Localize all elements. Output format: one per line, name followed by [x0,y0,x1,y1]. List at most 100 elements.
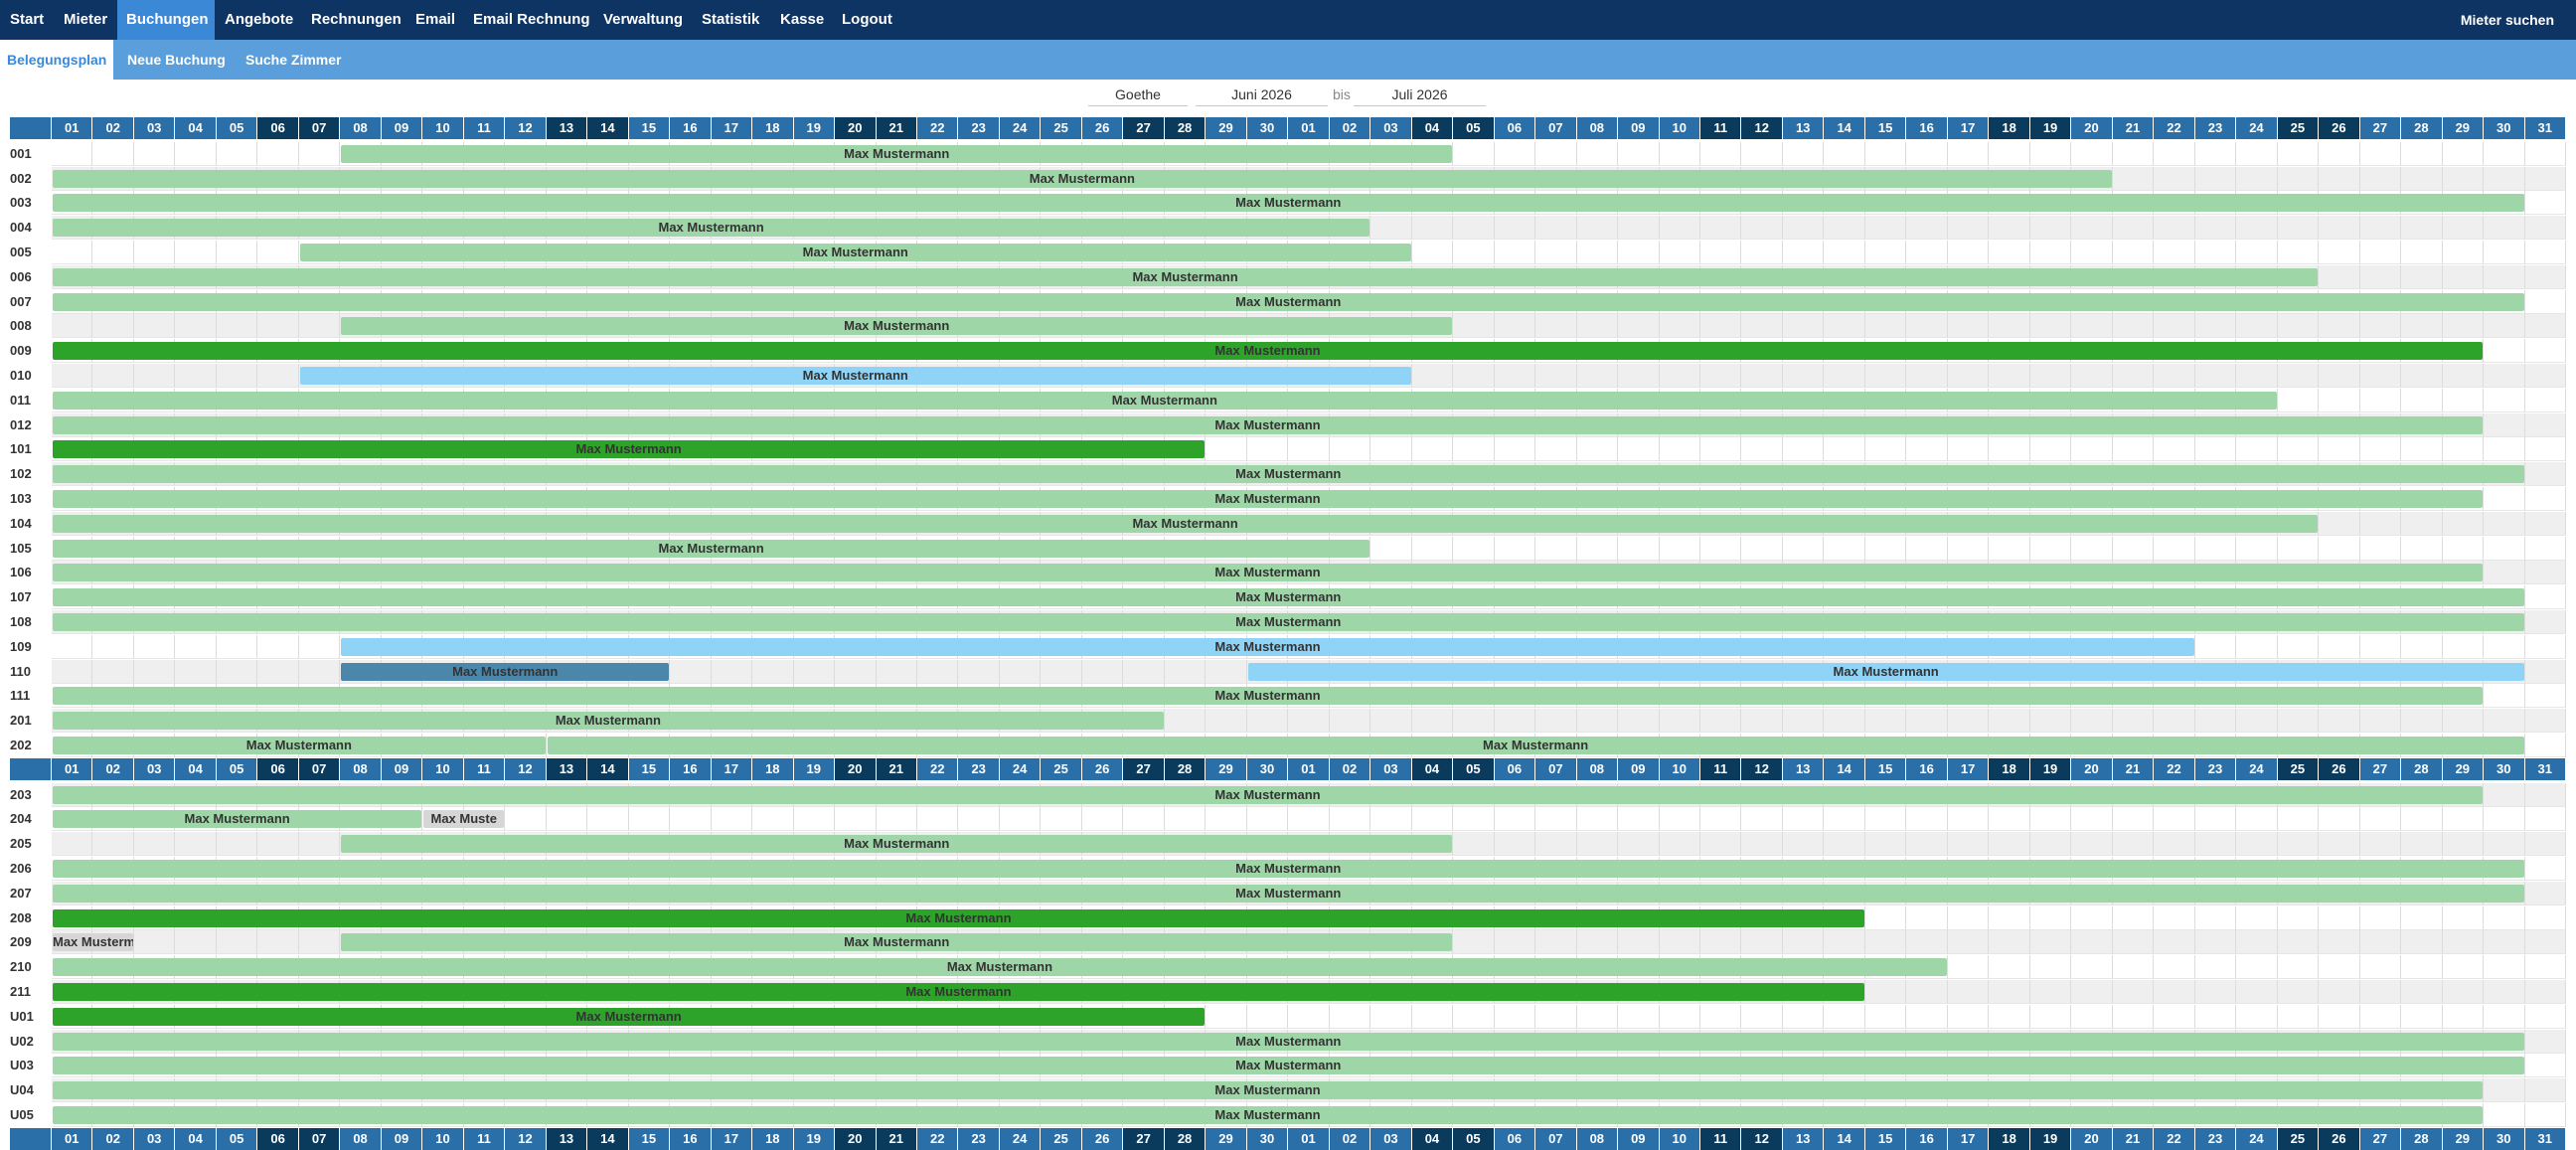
day-cell[interactable] [1453,216,1495,241]
day-cell[interactable] [2154,832,2195,857]
day-cell[interactable] [2112,955,2155,980]
day-cell[interactable] [216,832,258,857]
day-cell[interactable] [1453,930,1495,955]
day-cell[interactable] [1206,807,1247,832]
day-cell[interactable] [1782,807,1825,832]
day-cell[interactable] [670,807,712,832]
day-cell[interactable] [298,832,341,857]
day-cell[interactable] [2194,955,2237,980]
day-cell[interactable] [1700,241,1742,264]
day-cell[interactable] [1659,314,1700,339]
day-cell[interactable] [2236,536,2278,561]
day-cell[interactable] [1864,437,1907,462]
day-cell[interactable] [1206,709,1247,734]
day-cell[interactable] [133,314,176,339]
day-cell[interactable] [1782,314,1825,339]
day-cell[interactable] [1411,437,1454,462]
day-cell[interactable] [1700,709,1742,734]
day-cell[interactable] [1659,437,1700,462]
day-cell[interactable] [2194,1004,2237,1029]
room-number[interactable]: 211 [0,980,52,1004]
day-cell[interactable] [999,659,1042,684]
day-cell[interactable] [587,807,629,832]
day-cell[interactable] [2442,141,2485,166]
room-number[interactable]: 106 [0,561,52,584]
day-cell[interactable] [2029,241,2072,264]
day-cell[interactable] [2442,832,2485,857]
day-cell[interactable] [1824,241,1865,264]
room-number[interactable]: 108 [0,610,52,634]
day-cell[interactable] [1453,437,1495,462]
day-cell[interactable] [2442,264,2485,289]
day-cell[interactable] [2524,734,2566,757]
day-cell[interactable] [2029,930,2072,955]
day-cell[interactable] [1535,807,1577,832]
day-cell[interactable] [1659,241,1700,264]
day-cell[interactable] [2154,709,2195,734]
day-cell[interactable] [2524,955,2566,980]
day-cell[interactable] [2194,437,2237,462]
day-cell[interactable] [2484,561,2525,585]
day-cell[interactable] [1989,536,2030,561]
day-cell[interactable] [2277,166,2320,191]
day-cell[interactable] [2319,264,2360,289]
day-cell[interactable] [1329,807,1371,832]
day-cell[interactable] [2236,314,2278,339]
day-cell[interactable] [2194,709,2237,734]
day-cell[interactable] [133,634,176,659]
day-cell[interactable] [2194,241,2237,264]
day-cell[interactable] [2359,314,2402,339]
day-cell[interactable] [2524,412,2566,437]
day-cell[interactable] [133,659,176,684]
day-cell[interactable] [1164,807,1207,832]
day-cell[interactable] [2277,437,2320,462]
booking-bar[interactable]: Max Mustermann [53,1057,2524,1075]
day-cell[interactable] [1535,930,1577,955]
day-cell[interactable] [133,241,176,264]
day-cell[interactable] [2277,388,2320,412]
day-cell[interactable] [2442,216,2485,241]
day-cell[interactable] [2359,1004,2402,1029]
room-number[interactable]: 010 [0,364,52,388]
day-cell[interactable] [1989,241,2030,264]
day-cell[interactable] [2359,709,2402,734]
day-cell[interactable] [1576,930,1619,955]
day-cell[interactable] [2524,807,2566,832]
day-cell[interactable] [1494,930,1536,955]
day-cell[interactable] [2071,980,2113,1004]
day-cell[interactable] [546,807,588,832]
room-number[interactable]: 007 [0,290,52,314]
booking-bar[interactable]: Max Mustermann [53,465,2524,484]
day-cell[interactable] [2484,314,2525,339]
room-number[interactable]: 205 [0,832,52,856]
day-cell[interactable] [2236,634,2278,659]
day-cell[interactable] [1782,832,1825,857]
day-cell[interactable] [505,807,547,832]
day-cell[interactable] [2524,857,2566,881]
day-cell[interactable] [175,364,217,388]
day-cell[interactable] [1370,1004,1412,1029]
room-number[interactable]: 110 [0,660,52,684]
day-cell[interactable] [2071,241,2113,264]
day-cell[interactable] [92,364,134,388]
day-cell[interactable] [1947,807,1990,832]
day-cell[interactable] [2401,536,2443,561]
day-cell[interactable] [2112,1004,2155,1029]
day-cell[interactable] [1906,536,1948,561]
booking-bar[interactable]: Max Mustermann [53,737,546,754]
booking-bar[interactable]: Max Musterm [53,933,133,952]
room-number[interactable]: 207 [0,882,52,905]
day-cell[interactable] [1329,437,1371,462]
day-cell[interactable] [1782,709,1825,734]
day-cell[interactable] [1864,314,1907,339]
day-cell[interactable] [1618,241,1660,264]
day-cell[interactable] [1618,216,1660,241]
day-cell[interactable] [835,807,877,832]
day-cell[interactable] [1741,709,1783,734]
day-cell[interactable] [999,807,1042,832]
day-cell[interactable] [1288,1004,1330,1029]
booking-bar[interactable]: Max Mustermann [53,539,1370,558]
day-cell[interactable] [175,314,217,339]
day-cell[interactable] [1453,832,1495,857]
day-cell[interactable] [1864,930,1907,955]
